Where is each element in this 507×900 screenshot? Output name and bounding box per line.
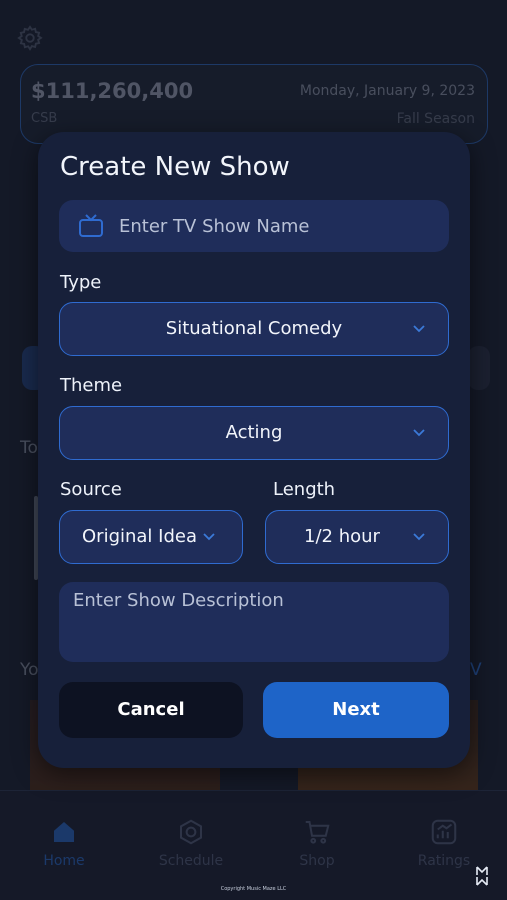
chevron-down-icon — [413, 325, 425, 333]
tv-icon — [79, 214, 103, 237]
chevron-down-icon — [413, 429, 425, 437]
cancel-button[interactable]: Cancel — [59, 682, 243, 738]
show-name-field[interactable] — [59, 200, 449, 252]
show-description-field[interactable] — [59, 582, 449, 662]
theme-label: Theme — [60, 375, 123, 396]
chevron-down-icon — [203, 533, 215, 541]
type-label: Type — [60, 272, 102, 293]
source-label: Source — [60, 479, 122, 500]
source-select[interactable]: Original Idea — [59, 510, 243, 564]
type-selected-value: Situational Comedy — [165, 318, 343, 339]
show-name-input[interactable] — [119, 200, 439, 252]
copyright-text: Copyright Music Maze LLC — [220, 886, 287, 892]
app-logo — [476, 866, 488, 890]
logo-icon — [476, 866, 488, 886]
create-show-dialog: Create New Show Type Situational Comedy … — [38, 132, 470, 768]
length-select[interactable]: 1/2 hour — [265, 510, 449, 564]
length-selected-value: 1/2 hour — [304, 526, 380, 547]
dialog-title: Create New Show — [60, 152, 290, 182]
chevron-down-icon — [413, 533, 425, 541]
theme-selected-value: Acting — [225, 422, 283, 443]
next-button[interactable]: Next — [263, 682, 449, 738]
type-select[interactable]: Situational Comedy — [59, 302, 449, 356]
theme-select[interactable]: Acting — [59, 406, 449, 460]
show-description-input[interactable] — [73, 590, 435, 654]
length-label: Length — [273, 479, 336, 500]
source-selected-value: Original Idea — [82, 526, 197, 547]
